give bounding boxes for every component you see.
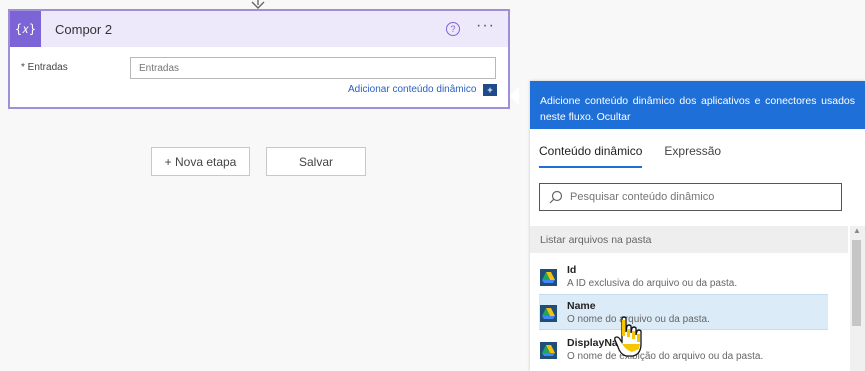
inputs-label: * Entradas bbox=[21, 62, 68, 73]
variable-icon: {𝑥} bbox=[10, 11, 41, 47]
dynamic-plus-icon[interactable]: + bbox=[483, 84, 497, 96]
list-item[interactable]: DisplayName O nome de exibição do arquiv… bbox=[539, 332, 828, 368]
more-icon[interactable]: ··· bbox=[476, 17, 495, 35]
list-item[interactable]: Name O nome do arquivo ou da pasta. bbox=[539, 294, 828, 330]
search-box[interactable] bbox=[539, 183, 842, 211]
tab-expression[interactable]: Expressão bbox=[664, 144, 721, 168]
scroll-up-icon[interactable]: ▲ bbox=[853, 226, 861, 235]
panel-tabs: Conteúdo dinâmico Expressão bbox=[539, 144, 743, 168]
card-header[interactable]: {𝑥} Compor 2 ? ··· bbox=[10, 11, 508, 47]
google-drive-icon bbox=[540, 305, 557, 322]
google-drive-icon bbox=[540, 342, 557, 359]
banner-text: Adicione conteúdo dinâmico dos aplicativ… bbox=[540, 95, 855, 123]
panel-banner: Adicione conteúdo dinâmico dos aplicativ… bbox=[530, 81, 865, 129]
inputs-field[interactable] bbox=[130, 57, 496, 79]
scrollbar[interactable]: ▲ bbox=[850, 226, 865, 371]
item-description: O nome de exibição do arquivo ou da past… bbox=[567, 351, 764, 362]
dynamic-content-panel: Adicione conteúdo dinâmico dos aplicativ… bbox=[530, 81, 865, 371]
add-dynamic-content-link[interactable]: Adicionar conteúdo dinâmico bbox=[348, 84, 476, 95]
card-title[interactable]: Compor 2 bbox=[55, 22, 112, 37]
help-icon[interactable]: ? bbox=[446, 22, 460, 36]
google-drive-icon bbox=[540, 269, 557, 286]
hide-link[interactable]: Ocultar bbox=[597, 111, 631, 123]
compose-action-card[interactable]: {𝑥} Compor 2 ? ··· * Entradas Adicionar … bbox=[8, 9, 510, 109]
section-header: Listar arquivos na pasta bbox=[530, 226, 848, 253]
hand-cursor-icon bbox=[614, 316, 642, 357]
item-name: Name bbox=[567, 300, 596, 312]
arrow-down-icon bbox=[251, 0, 265, 9]
list-item[interactable]: Id A ID exclusiva do arquivo ou da pasta… bbox=[539, 259, 828, 295]
item-name: Id bbox=[567, 264, 577, 276]
tab-dynamic-content[interactable]: Conteúdo dinâmico bbox=[539, 144, 643, 168]
scroll-thumb[interactable] bbox=[852, 240, 861, 326]
save-button[interactable]: Salvar bbox=[266, 147, 366, 176]
search-input[interactable] bbox=[570, 191, 830, 203]
item-description: A ID exclusiva do arquivo ou da pasta. bbox=[567, 278, 738, 289]
search-icon bbox=[549, 190, 563, 204]
panel-pointer bbox=[510, 87, 519, 105]
new-step-button[interactable]: + Nova etapa bbox=[151, 147, 250, 176]
